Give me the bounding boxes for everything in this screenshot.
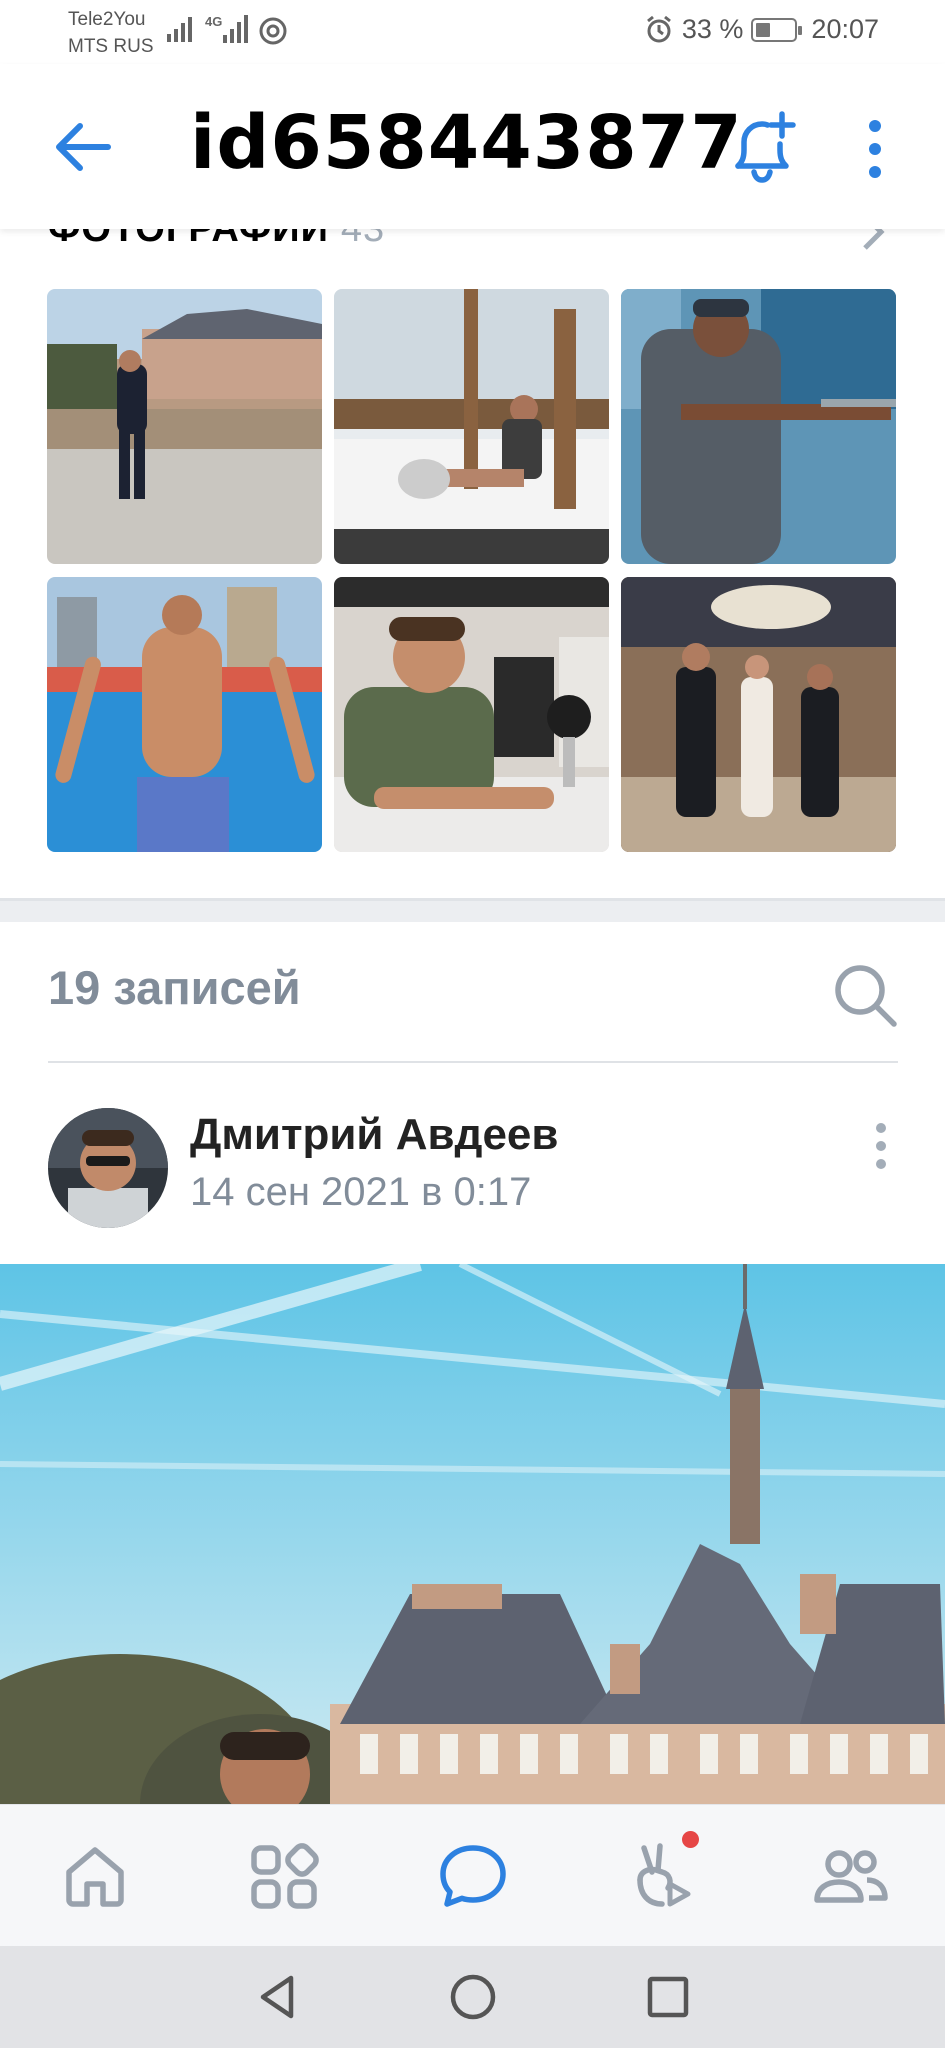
battery-icon (751, 17, 803, 42)
alarm-icon (646, 15, 671, 42)
post-more-button[interactable] (866, 1120, 896, 1180)
status-right: 33 % 20:07 (644, 14, 879, 45)
photo-thumbnail[interactable] (47, 289, 322, 564)
at-sign-icon (258, 16, 288, 46)
post-author[interactable]: Дмитрий Авдеев (190, 1110, 558, 1160)
bell-plus-icon (735, 111, 796, 183)
carrier-1: Tele2You (68, 9, 146, 30)
section-divider (0, 898, 945, 922)
arrow-left-icon (56, 123, 111, 171)
photo-thumbnail[interactable] (334, 289, 609, 564)
clock: 20:07 (811, 14, 879, 44)
status-bar: Tele2You MTS RUS 4G 33 % 20:07 (0, 0, 945, 64)
search-icon (835, 965, 897, 1027)
photo-thumbnail[interactable] (621, 289, 896, 564)
system-navigation-bar (0, 1946, 945, 2048)
separator (48, 1061, 898, 1063)
square-recents-icon (647, 1976, 688, 2018)
signal-icon (166, 14, 198, 44)
subscribe-notifications-button[interactable] (722, 108, 802, 188)
bottom-tab-bar (0, 1804, 945, 1946)
carrier-info: Tele2You MTS RUS (68, 6, 154, 60)
back-button[interactable] (50, 114, 116, 180)
system-home-button[interactable] (443, 1967, 503, 2027)
more-vertical-icon (869, 120, 881, 178)
post-date[interactable]: 14 сен 2021 в 0:17 (190, 1170, 531, 1215)
system-recents-button[interactable] (638, 1967, 698, 2027)
circle-home-icon (450, 1974, 495, 2020)
tab-clips[interactable] (617, 1830, 707, 1921)
posts-count[interactable]: 19 записей (48, 960, 301, 1015)
services-icon (250, 1842, 319, 1909)
messages-icon (439, 1844, 506, 1907)
photo-thumbnail[interactable] (621, 577, 896, 852)
avatar[interactable] (48, 1108, 168, 1228)
notification-dot (681, 1830, 699, 1848)
tab-home[interactable] (50, 1831, 140, 1921)
posts-search-button[interactable] (830, 960, 900, 1030)
more-vertical-icon (876, 1123, 886, 1169)
network-type-label: 4G (205, 14, 222, 29)
page-title: id658443877 (190, 100, 743, 186)
clips-icon (636, 1842, 690, 1907)
tab-friends[interactable] (806, 1831, 896, 1921)
post-image[interactable] (0, 1264, 945, 1804)
system-back-button[interactable] (248, 1967, 308, 2027)
friends-icon (813, 1849, 888, 1903)
triangle-back-icon (260, 1975, 293, 2019)
home-icon (65, 1846, 124, 1907)
more-options-button[interactable] (858, 114, 892, 184)
carrier-2: MTS RUS (68, 36, 154, 57)
tab-services[interactable] (239, 1831, 329, 1921)
battery-percent: 33 % (681, 14, 744, 44)
photo-thumbnail[interactable] (47, 577, 322, 852)
profile-header: id658443877 (0, 64, 945, 229)
signal-4g-icon: 4G (204, 12, 254, 46)
photo-grid (47, 289, 898, 852)
photo-thumbnail[interactable] (334, 577, 609, 852)
tab-messages[interactable] (428, 1831, 518, 1921)
